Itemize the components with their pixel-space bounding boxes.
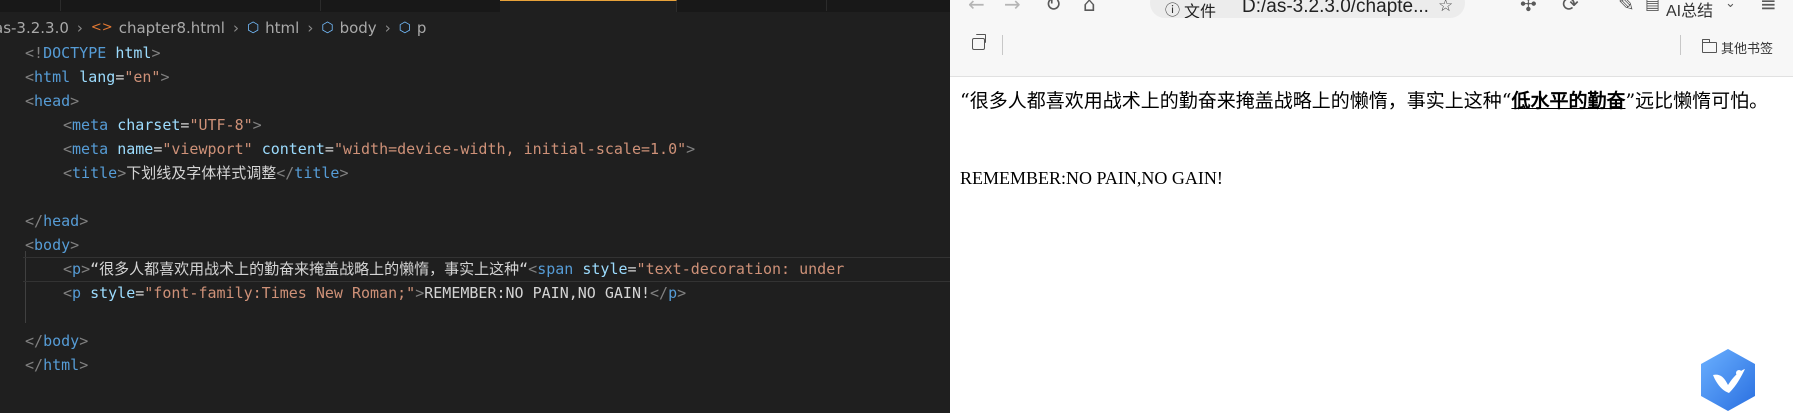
chevron-right-icon: › [307, 19, 314, 37]
code-line-meta-viewport: <meta name="viewport" content="width=dev… [63, 140, 696, 158]
code-line-head-open: <head> [25, 92, 80, 110]
chevron-right-icon: › [232, 19, 239, 37]
bookmarks-bar: 其他书签 [950, 18, 1793, 77]
editor-tab-active[interactable] [500, 0, 677, 12]
bird-app-icon[interactable] [1695, 347, 1761, 413]
refresh-icon[interactable]: ↻ [1045, 0, 1062, 14]
code-line-body-open: <body> [25, 236, 80, 254]
editor-tab[interactable] [0, 0, 61, 11]
editor-tab[interactable] [676, 0, 827, 11]
address-url[interactable]: D:/as-3.2.3.0/chapte... [1242, 0, 1429, 18]
breadcrumb-p[interactable]: p [417, 17, 427, 39]
tab-actions-icon[interactable] [972, 34, 986, 50]
paragraph-quote: “很多人都喜欢用战术上的勤奋来掩盖战略上的懒惰，事实上这种“低水平的勤奋”远比懒… [960, 90, 1769, 112]
code-line-html-open: <html lang="en"> [25, 68, 170, 86]
code-line-meta-charset: <meta charset="UTF-8"> [63, 116, 262, 134]
editor-tab[interactable] [826, 0, 950, 11]
pen-icon[interactable]: ✎ [1618, 0, 1635, 14]
ai-icon[interactable]: ▤ [1645, 0, 1660, 14]
editor-tab[interactable] [320, 0, 501, 11]
breadcrumb-html[interactable]: html [265, 17, 299, 39]
breadcrumb-folder[interactable]: as-3.2.3.0 [0, 17, 69, 39]
bookmarks-divider [1002, 35, 1003, 55]
browser-window: ← → ↻ ⌂ ⓘ 文件 D:/as-3.2.3.0/chapte... ☆ ✣… [950, 0, 1793, 413]
breadcrumb-file[interactable]: chapter8.html [119, 17, 225, 39]
editor-tab[interactable] [160, 0, 321, 11]
symbol-cube-icon: ⬡ [398, 20, 411, 36]
underlined-phrase: 低水平的勤奋 [1511, 90, 1626, 112]
other-bookmarks-button[interactable]: 其他书签 [1721, 38, 1773, 57]
back-icon[interactable]: ← [968, 0, 985, 14]
code-line-html-close: </html> [25, 356, 89, 374]
editor-tab-bar [0, 0, 950, 12]
menu-icon[interactable]: ≡ [1760, 0, 1777, 14]
code-line-head-close: </head> [25, 212, 89, 230]
code-editor[interactable]: as-3.2.3.0 › <> chapter8.html › ⬡ html › ⬡ body › ⬡… [0, 0, 950, 413]
bookmarks-divider [1680, 35, 1681, 55]
breadcrumb: as-3.2.3.0 › <> chapter8.html › ⬡ html › ⬡ body › ⬡… [0, 17, 426, 39]
code-line-body-close: </body> [25, 332, 89, 350]
breadcrumb-body[interactable]: body [340, 17, 377, 39]
paragraph-remember: REMEMBER:NO PAIN,NO GAIN! [960, 168, 1223, 188]
code-line-p2: <p style="font-family:Times New Roman;">… [63, 284, 687, 302]
chevron-right-icon: › [76, 19, 83, 37]
home-icon[interactable]: ⌂ [1083, 0, 1096, 14]
chevron-down-icon[interactable]: ⌄ [1725, 0, 1736, 14]
sync-icon[interactable]: ⟳ [1562, 0, 1579, 14]
code-line-p1: <p>“很多人都喜欢用战术上的勤奋来掩盖战略上的懒惰，事实上这种“<span s… [0, 257, 950, 282]
browser-toolbar: ← → ↻ ⌂ ⓘ 文件 D:/as-3.2.3.0/chapte... ☆ ✣… [950, 0, 1793, 21]
forward-icon[interactable]: → [1004, 0, 1021, 14]
symbol-cube-icon: ⬡ [246, 20, 260, 36]
code-line-doctype: <!DOCTYPE html> [25, 44, 161, 62]
info-icon[interactable]: ⓘ [1165, 0, 1180, 20]
address-bar[interactable]: ⓘ 文件 D:/as-3.2.3.0/chapte... ☆ [1150, 0, 1465, 21]
code-line-title: <title>下划线及字体样式调整</title> [63, 164, 349, 182]
chevron-right-icon: › [384, 19, 391, 37]
star-icon[interactable]: ☆ [1438, 0, 1453, 16]
html-file-icon: <> [90, 20, 113, 35]
extensions-icon[interactable]: ✣ [1520, 0, 1537, 14]
folder-icon [1701, 39, 1717, 53]
symbol-cube-icon: ⬡ [321, 20, 334, 36]
